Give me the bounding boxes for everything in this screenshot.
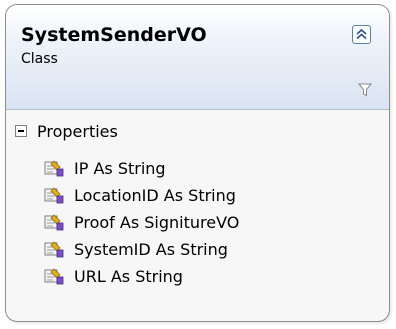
property-label: URL As String: [74, 267, 183, 286]
property-icon: [44, 213, 64, 230]
properties-section-header[interactable]: Properties: [15, 120, 118, 142]
collapse-button[interactable]: [352, 25, 371, 44]
class-name[interactable]: SystemSenderVO: [21, 24, 207, 46]
property-item[interactable]: Proof As SignitureVO: [44, 209, 239, 236]
property-label: SystemID As String: [74, 240, 228, 259]
properties-label: Properties: [37, 121, 118, 141]
class-shape[interactable]: SystemSenderVO Class Properties IP As St…: [5, 4, 390, 322]
property-label: IP As String: [74, 159, 166, 178]
funnel-icon[interactable]: [358, 83, 372, 97]
property-label: Proof As SignitureVO: [74, 213, 240, 232]
minus-box-icon[interactable]: [15, 125, 27, 137]
property-item[interactable]: LocationID As String: [44, 182, 239, 209]
property-label: LocationID As String: [74, 186, 236, 205]
class-kind: Class: [21, 51, 58, 67]
property-icon: [44, 240, 64, 257]
double-chevron-up-icon: [356, 28, 367, 40]
property-item[interactable]: URL As String: [44, 263, 239, 290]
properties-list: IP As String LocationID As String Proof …: [44, 155, 239, 290]
property-item[interactable]: IP As String: [44, 155, 239, 182]
class-header: SystemSenderVO Class: [6, 5, 389, 110]
property-icon: [44, 186, 64, 203]
property-icon: [44, 267, 64, 284]
property-item[interactable]: SystemID As String: [44, 236, 239, 263]
property-icon: [44, 159, 64, 176]
